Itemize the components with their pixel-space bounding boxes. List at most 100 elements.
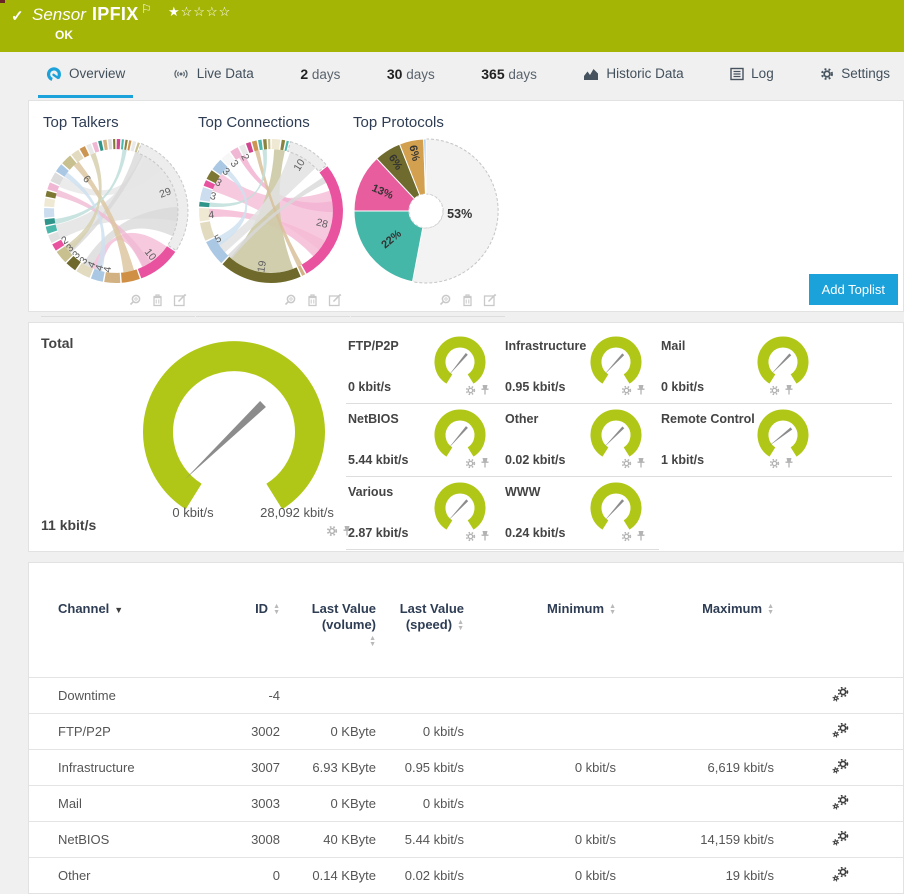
channel-settings-gears-icon[interactable] bbox=[832, 831, 849, 849]
gear-icon[interactable] bbox=[621, 529, 632, 547]
cell-minimum bbox=[468, 714, 620, 750]
channel-table-header: Channel▼ID▲▼Last Value(volume)▲▼Last Val… bbox=[29, 591, 903, 678]
table-row-netbios[interactable]: NetBIOS 3008 40 KByte 5.44 kbit/s 0 kbit… bbox=[29, 822, 903, 858]
tab-label: 30 days bbox=[387, 66, 435, 82]
table-row-mail[interactable]: Mail 3003 0 KByte 0 kbit/s bbox=[29, 786, 903, 822]
gear-icon[interactable] bbox=[769, 456, 780, 474]
cell-channel[interactable]: Downtime bbox=[29, 678, 226, 714]
gauges-panel: Total 0 kbit/s 28,092 kbit/s 11 kbit/s F… bbox=[28, 322, 904, 552]
pin-icon[interactable] bbox=[636, 456, 646, 474]
gauge-icon bbox=[46, 66, 62, 82]
toplist-chart[interactable]: 53%22%13%6%6% bbox=[351, 136, 505, 291]
zoom-icon[interactable] bbox=[438, 293, 452, 312]
tab-settings[interactable]: Settings bbox=[812, 52, 898, 98]
channel-gauge-label: Remote Control bbox=[661, 412, 755, 426]
channel-gauge-cell-remote-control: Remote Control 1 kbit/s bbox=[659, 404, 892, 477]
channel-settings-gears-icon[interactable] bbox=[832, 867, 849, 885]
toplist-title: Top Connections bbox=[196, 111, 350, 136]
tab-2-days[interactable]: 2 days bbox=[292, 52, 348, 98]
channel-gauge-actions bbox=[769, 456, 794, 474]
log-icon bbox=[730, 67, 744, 81]
delete-icon[interactable] bbox=[151, 293, 164, 312]
channel-gauge-value: 0 kbit/s bbox=[348, 380, 391, 394]
cell-last-value-volume: 0 KByte bbox=[284, 786, 380, 822]
pin-icon[interactable] bbox=[784, 456, 794, 474]
gear-icon[interactable] bbox=[769, 383, 780, 401]
cell-id: 3008 bbox=[226, 822, 284, 858]
sort-arrows-icon: ▲▼ bbox=[369, 636, 376, 648]
cell-maximum: 6,619 kbit/s bbox=[620, 750, 778, 786]
flag-icon[interactable]: ⚐ bbox=[141, 2, 152, 16]
cell-channel[interactable]: Infrastructure bbox=[29, 750, 226, 786]
column-header-last-value-volume-[interactable]: Last Value(volume)▲▼ bbox=[284, 591, 380, 678]
status-check-icon: ✓ bbox=[11, 7, 24, 25]
gear-icon[interactable] bbox=[465, 456, 476, 474]
table-row-downtime[interactable]: Downtime -4 bbox=[29, 678, 903, 714]
gear-icon[interactable] bbox=[465, 529, 476, 547]
channel-settings-gears-icon[interactable] bbox=[832, 687, 849, 705]
column-header-minimum[interactable]: Minimum▲▼ bbox=[468, 591, 620, 678]
toplist-row: Top Talkers 291062333444 Top Connections… bbox=[29, 101, 903, 317]
pin-icon[interactable] bbox=[636, 529, 646, 547]
tab-label: Overview bbox=[69, 66, 125, 81]
table-row-infrastructure[interactable]: Infrastructure 3007 6.93 KByte 0.95 kbit… bbox=[29, 750, 903, 786]
channel-gauge-value: 1 kbit/s bbox=[661, 453, 704, 467]
toplist-chart[interactable]: 1028192333345 bbox=[196, 136, 350, 291]
edit-icon[interactable] bbox=[483, 293, 497, 312]
gear-icon[interactable] bbox=[621, 383, 632, 401]
channel-gauge-label: Infrastructure bbox=[505, 339, 586, 353]
pin-icon[interactable] bbox=[636, 383, 646, 401]
table-row-ftp-p2p[interactable]: FTP/P2P 3002 0 KByte 0 kbit/s bbox=[29, 714, 903, 750]
total-gauge-max: 28,092 kbit/s bbox=[241, 505, 353, 520]
column-header-channel[interactable]: Channel▼ bbox=[29, 591, 226, 678]
tab-historic-data[interactable]: Historic Data bbox=[575, 52, 691, 98]
column-header-maximum[interactable]: Maximum▲▼ bbox=[620, 591, 778, 678]
toplist-top-connections: Top Connections 1028192333345 bbox=[196, 111, 350, 317]
delete-icon[interactable] bbox=[461, 293, 474, 312]
gear-icon[interactable] bbox=[465, 383, 476, 401]
pin-icon[interactable] bbox=[480, 383, 490, 401]
delete-icon[interactable] bbox=[306, 293, 319, 312]
cell-channel[interactable]: FTP/P2P bbox=[29, 714, 226, 750]
total-gauge-min: 0 kbit/s bbox=[147, 505, 239, 520]
toplist-chart[interactable]: 291062333444 bbox=[41, 136, 195, 291]
priority-stars[interactable]: ★☆☆☆☆ bbox=[168, 4, 231, 20]
tab-log[interactable]: Log bbox=[722, 52, 782, 98]
gear-icon[interactable] bbox=[326, 524, 338, 542]
pin-icon[interactable] bbox=[784, 383, 794, 401]
tab-overview[interactable]: Overview bbox=[38, 52, 133, 98]
tab-365-days[interactable]: 365 days bbox=[473, 52, 545, 98]
channel-settings-gears-icon[interactable] bbox=[832, 795, 849, 813]
zoom-icon[interactable] bbox=[283, 293, 297, 312]
cell-channel[interactable]: Other bbox=[29, 858, 226, 894]
channel-gauge-label: WWW bbox=[505, 485, 540, 499]
edit-icon[interactable] bbox=[173, 293, 187, 312]
column-header-last-value-speed-[interactable]: Last Value(speed)▲▼ bbox=[380, 591, 468, 678]
pin-icon[interactable] bbox=[480, 529, 490, 547]
channel-gauge-label: Various bbox=[348, 485, 393, 499]
channel-gauge-actions bbox=[465, 383, 490, 401]
channel-gauge-label: Other bbox=[505, 412, 538, 426]
channel-settings-gears-icon[interactable] bbox=[832, 759, 849, 777]
column-header-actions bbox=[778, 591, 903, 678]
cell-channel[interactable]: Mail bbox=[29, 786, 226, 822]
channel-settings-gears-icon[interactable] bbox=[832, 723, 849, 741]
broadcast-icon bbox=[172, 67, 190, 81]
pin-icon[interactable] bbox=[480, 456, 490, 474]
gear-icon[interactable] bbox=[621, 456, 632, 474]
cell-last-value-volume: 40 KByte bbox=[284, 822, 380, 858]
cell-channel[interactable]: NetBIOS bbox=[29, 822, 226, 858]
channel-gauge-actions bbox=[465, 529, 490, 547]
cell-id: 3003 bbox=[226, 786, 284, 822]
add-toplist-button[interactable]: Add Toplist bbox=[809, 274, 898, 305]
edit-icon[interactable] bbox=[328, 293, 342, 312]
channel-gauge-cell-other: Other 0.02 kbit/s bbox=[503, 404, 659, 477]
zoom-icon[interactable] bbox=[128, 293, 142, 312]
cell-id: 3007 bbox=[226, 750, 284, 786]
cell-minimum: 0 kbit/s bbox=[468, 750, 620, 786]
tab-live-data[interactable]: Live Data bbox=[164, 52, 262, 98]
column-header-id[interactable]: ID▲▼ bbox=[226, 591, 284, 678]
cell-maximum bbox=[620, 786, 778, 822]
tab-30-days[interactable]: 30 days bbox=[379, 52, 443, 98]
table-row-other[interactable]: Other 0 0.14 KByte 0.02 kbit/s 0 kbit/s … bbox=[29, 858, 903, 894]
